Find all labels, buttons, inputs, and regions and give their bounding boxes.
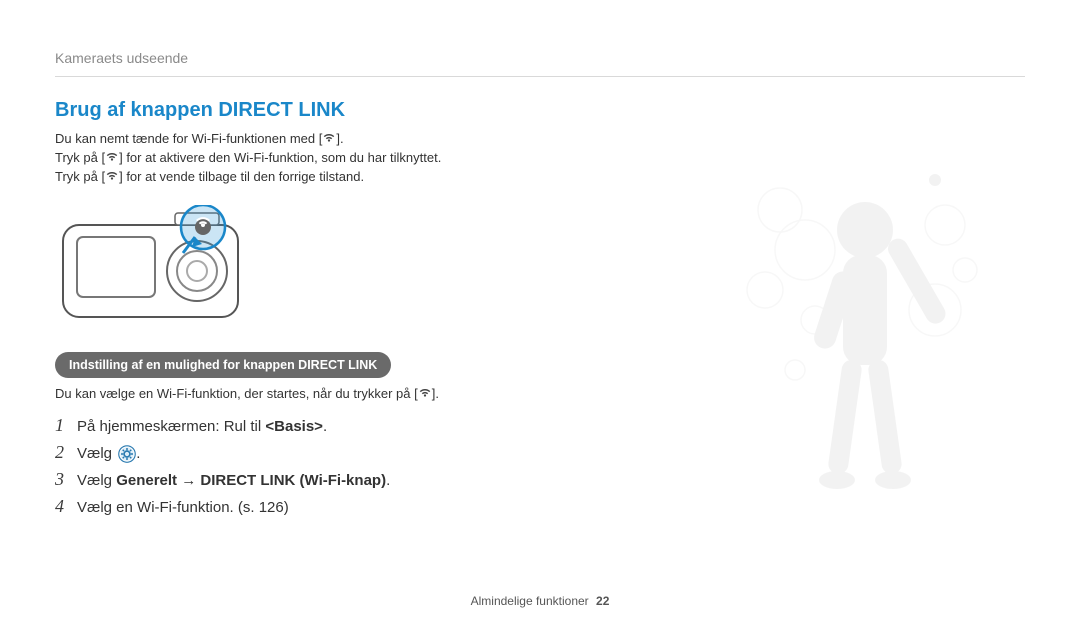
step-number: 4 (55, 496, 77, 517)
footer-section: Almindelige funktioner (471, 594, 589, 608)
intro-line2-pre: Tryk på [ (55, 150, 105, 165)
subtext-post: ]. (432, 386, 439, 401)
step-number: 2 (55, 442, 77, 463)
intro-line2-post: ] for at aktivere den Wi-Fi-funktion, so… (119, 150, 441, 165)
divider (55, 76, 1025, 77)
page-footer: Almindelige funktioner 22 (0, 594, 1080, 608)
intro-line1-pre: Du kan nemt tænde for Wi-Fi-funktionen m… (55, 131, 322, 146)
wifi-icon (418, 386, 432, 401)
subtext-pre: Du kan vælge en Wi-Fi-funktion, der star… (55, 386, 418, 401)
footer-page: 22 (596, 594, 609, 608)
wifi-icon (105, 168, 119, 187)
section-title: Brug af knappen DIRECT LINK (55, 99, 1025, 122)
step-number: 3 (55, 469, 77, 490)
background-figure (735, 170, 995, 535)
wifi-icon (105, 149, 119, 168)
intro-line1-post: ]. (336, 131, 343, 146)
gear-icon (118, 445, 136, 463)
intro-line3-pre: Tryk på [ (55, 169, 105, 184)
wifi-icon (322, 130, 336, 149)
step-number: 1 (55, 415, 77, 436)
intro-line3-post: ] for at vende tilbage til den forrige t… (119, 169, 364, 184)
breadcrumb: Kameraets udseende (55, 50, 1025, 66)
subheading-pill: Indstilling af en mulighed for knappen D… (55, 352, 391, 378)
